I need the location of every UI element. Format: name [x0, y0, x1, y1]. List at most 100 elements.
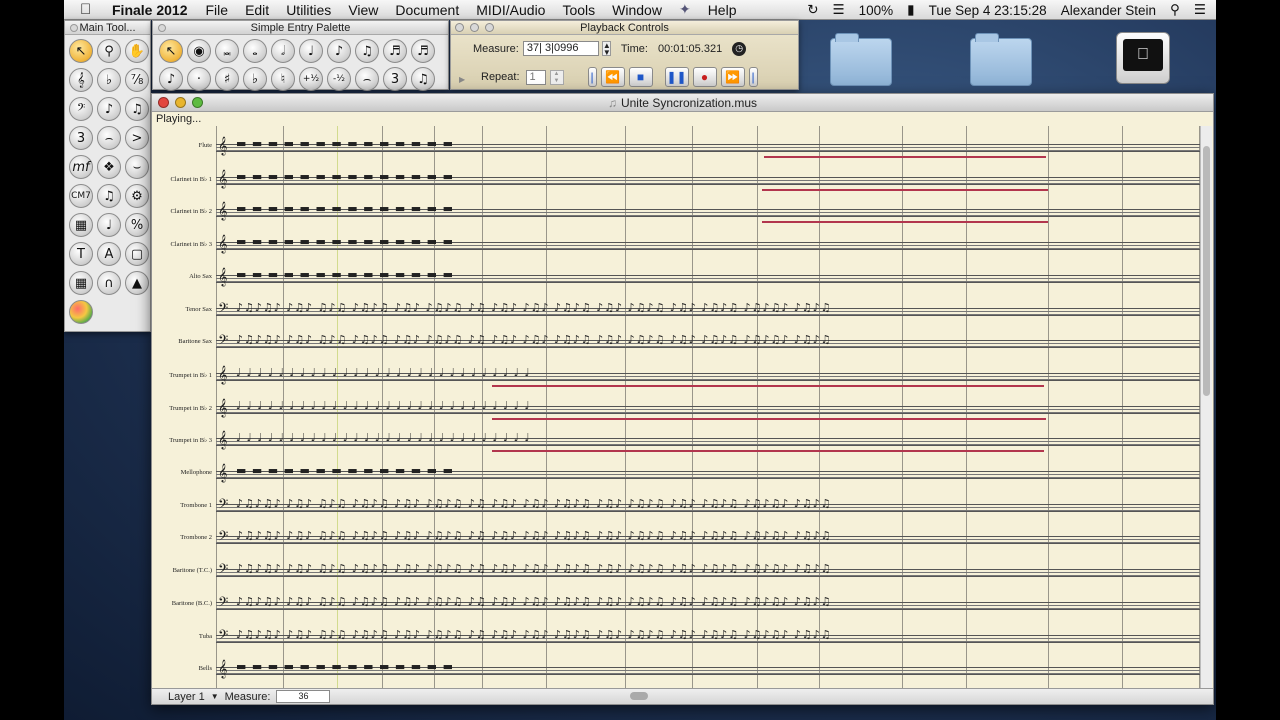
expand-triangle-icon[interactable]: ▶: [459, 75, 465, 84]
app-menu[interactable]: Finale 2012: [112, 2, 188, 18]
slur-tool-icon[interactable]: ⌣: [125, 155, 149, 179]
menu-file[interactable]: File: [206, 2, 229, 18]
speedy-entry-icon[interactable]: ♫: [125, 97, 149, 121]
vertical-scrollbar[interactable]: [1200, 126, 1212, 690]
repeat-tool-icon[interactable]: ❖: [97, 155, 121, 179]
mirror-tool-icon[interactable]: ∩: [97, 271, 121, 295]
measure-tool-icon[interactable]: ▦: [69, 213, 93, 237]
repeat-stepper[interactable]: ▲ ▼: [549, 69, 564, 85]
score-title-bar[interactable]: ♫ Unite Syncronization.mus: [152, 94, 1213, 112]
menu-document[interactable]: Document: [395, 2, 459, 18]
apple-menu-icon[interactable]: : [80, 1, 98, 18]
half-step-down-icon[interactable]: -½: [327, 67, 351, 91]
user-name[interactable]: Alexander Stein: [1061, 3, 1156, 18]
simple-entry-icon[interactable]: ♪: [97, 97, 121, 121]
sync-icon[interactable]: ↻: [807, 2, 818, 18]
special-tools-icon[interactable]: ⚙: [125, 184, 149, 208]
quarter-note-icon[interactable]: ♩: [299, 39, 323, 63]
menu-utilities[interactable]: Utilities: [286, 2, 331, 18]
staff-notes[interactable]: ▬ ▬ ▬ ▬ ▬ ▬ ▬ ▬ ▬ ▬ ▬ ▬ ▬ ▬: [236, 464, 1198, 477]
half-note-icon[interactable]: 𝅗𝅥: [271, 39, 295, 63]
selection-tool-icon[interactable]: ↖: [69, 39, 93, 63]
chevron-down-icon[interactable]: ▼: [211, 692, 219, 701]
flat-icon[interactable]: ♭: [243, 67, 267, 91]
page-layout-icon[interactable]: ▦: [69, 271, 93, 295]
half-step-up-icon[interactable]: +½: [299, 67, 323, 91]
staff-notes[interactable]: ▬ ▬ ▬ ▬ ▬ ▬ ▬ ▬ ▬ ▬ ▬ ▬ ▬ ▬: [236, 137, 1198, 150]
menu-view[interactable]: View: [348, 2, 378, 18]
grace-note-icon[interactable]: ♫: [411, 67, 435, 91]
staff-notes[interactable]: ♩ ♩ ♩ ♩ ♩ ♩ ♩ ♩ ♩ ♩ ♩ ♩ ♩ ♩ ♩ ♩ ♩ ♩ ♩ ♩ …: [236, 399, 1198, 412]
desktop-folder-icon[interactable]: [830, 33, 892, 86]
key-signature-icon[interactable]: ♭: [97, 68, 121, 92]
lyrics-tool-icon[interactable]: ♫: [97, 184, 121, 208]
staff-notes[interactable]: ♪♫♪♫♪ ♪♫♪ ♫♪♫ ♪♫♪♫ ♪♫♪ ♪♫♪♫ ♪♫ ♪♫♪ ♪♫♪ ♪…: [236, 333, 1198, 346]
one-twenty-eighth-note-icon[interactable]: ♪: [159, 67, 183, 91]
menu-midi-audio[interactable]: MIDI/Audio: [476, 2, 545, 18]
staff-tool-icon[interactable]: 𝄞: [69, 68, 93, 92]
select-note-icon[interactable]: ↖: [159, 39, 183, 63]
staff-notes[interactable]: ▬ ▬ ▬ ▬ ▬ ▬ ▬ ▬ ▬ ▬ ▬ ▬ ▬ ▬: [236, 170, 1198, 183]
menu-tools[interactable]: Tools: [562, 2, 595, 18]
note-mover-icon[interactable]: ♩: [97, 213, 121, 237]
scrollbar-thumb[interactable]: [1203, 146, 1210, 396]
notification-center-icon[interactable]: ☰: [1194, 2, 1206, 18]
pause-button[interactable]: ❚❚: [664, 67, 689, 87]
staff-notes[interactable]: ♪♫♪♫♪ ♪♫♪ ♫♪♫ ♪♫♪♫ ♪♫♪ ♪♫♪♫ ♪♫ ♪♫♪ ♪♫♪ ♪…: [236, 562, 1198, 575]
whole-note-icon[interactable]: 𝅝: [243, 39, 267, 63]
desktop-folder-icon[interactable]: [970, 33, 1032, 86]
palette-title-bar[interactable]: Main Tool...: [65, 21, 150, 35]
menu-window[interactable]: Window: [612, 2, 662, 18]
staff-notes[interactable]: ▬ ▬ ▬ ▬ ▬ ▬ ▬ ▬ ▬ ▬ ▬ ▬ ▬ ▬: [236, 660, 1198, 673]
battery-status[interactable]: 100%: [859, 3, 894, 18]
percent-resize-icon[interactable]: %: [125, 213, 149, 237]
expression-tool-icon[interactable]: mf: [69, 155, 93, 179]
menu-help[interactable]: Help: [708, 2, 737, 18]
text-tool-icon[interactable]: A: [97, 242, 121, 266]
palette-title-bar[interactable]: Simple Entry Palette: [153, 21, 448, 35]
measure-number-field[interactable]: 36: [276, 690, 331, 703]
dot-icon[interactable]: ·: [187, 67, 211, 91]
go-to-start-button[interactable]: |: [587, 67, 597, 87]
staff-notes[interactable]: ♪♫♪♫♪ ♪♫♪ ♫♪♫ ♪♫♪♫ ♪♫♪ ♪♫♪♫ ♪♫ ♪♫♪ ♪♫♪ ♪…: [236, 628, 1198, 641]
staff-notes[interactable]: ▬ ▬ ▬ ▬ ▬ ▬ ▬ ▬ ▬ ▬ ▬ ▬ ▬ ▬: [236, 202, 1198, 215]
spotlight-icon[interactable]: ⚲: [1170, 2, 1180, 18]
tuplet-icon[interactable]: 3: [383, 67, 407, 91]
smart-shape-icon[interactable]: ⌢: [97, 126, 121, 150]
hand-grabber-icon[interactable]: ✋: [125, 39, 149, 63]
staff-notes[interactable]: ♩ ♩ ♩ ♩ ♩ ♩ ♩ ♩ ♩ ♩ ♩ ♩ ♩ ♩ ♩ ♩ ♩ ♩ ♩ ♩ …: [236, 366, 1198, 379]
staff-notes[interactable]: ▬ ▬ ▬ ▬ ▬ ▬ ▬ ▬ ▬ ▬ ▬ ▬ ▬ ▬: [236, 268, 1198, 281]
zoom-tool-icon[interactable]: ⚲: [97, 39, 121, 63]
minimize-icon[interactable]: [175, 97, 186, 108]
pen-tool-icon[interactable]: ▲: [125, 271, 149, 295]
zoom-icon[interactable]: [192, 97, 203, 108]
rewind-button[interactable]: ⏪: [600, 67, 625, 87]
color-tool-icon[interactable]: [69, 300, 93, 324]
eighth-note-icon[interactable]: ♪: [327, 39, 351, 63]
staff-notes[interactable]: ♪♫♪♫♪ ♪♫♪ ♫♪♫ ♪♫♪♫ ♪♫♪ ♪♫♪♫ ♪♫ ♪♫♪ ♪♫♪ ♪…: [236, 595, 1198, 608]
score-canvas[interactable]: Flute 𝄞 ▬ ▬ ▬ ▬ ▬ ▬ ▬ ▬ ▬ ▬ ▬ ▬ ▬ ▬ Clarin…: [152, 126, 1201, 690]
repeat-field[interactable]: 1: [525, 69, 546, 85]
sixty-fourth-note-icon[interactable]: ♬: [411, 39, 435, 63]
sharp-icon[interactable]: ♯: [215, 67, 239, 91]
staff-notes[interactable]: ♪♫♪♫♪ ♪♫♪ ♫♪♫ ♪♫♪♫ ♪♫♪ ♪♫♪♫ ♪♫ ♪♫♪ ♪♫♪ ♪…: [236, 529, 1198, 542]
fast-forward-button[interactable]: ⏩: [720, 67, 745, 87]
layer-selector[interactable]: Layer 1: [168, 691, 205, 703]
tuplet-tool-icon[interactable]: 3: [69, 126, 93, 150]
stop-button[interactable]: ■: [628, 67, 653, 87]
graphics-tool-icon[interactable]: ▢: [125, 242, 149, 266]
natural-icon[interactable]: ♮: [271, 67, 295, 91]
clock-icon[interactable]: ◷: [732, 41, 747, 56]
breve-note-icon[interactable]: 𝅜: [215, 39, 239, 63]
thirty-second-note-icon[interactable]: ♬: [383, 39, 407, 63]
playback-title-bar[interactable]: Playback Controls: [451, 21, 798, 35]
staff-notes[interactable]: ♪♫♪♫♪ ♪♫♪ ♫♪♫ ♪♫♪♫ ♪♫♪ ♪♫♪♫ ♪♫ ♪♫♪ ♪♫♪ ♪…: [236, 301, 1198, 314]
measure-stepper[interactable]: ▲ ▼: [601, 41, 611, 57]
articulation-icon[interactable]: >: [125, 126, 149, 150]
staff-notes[interactable]: ▬ ▬ ▬ ▬ ▬ ▬ ▬ ▬ ▬ ▬ ▬ ▬ ▬ ▬: [236, 235, 1198, 248]
go-to-end-button[interactable]: |: [748, 67, 758, 87]
eraser-icon[interactable]: ◉: [187, 39, 211, 63]
sixteenth-note-icon[interactable]: ♫: [355, 39, 379, 63]
record-button[interactable]: ●: [692, 67, 717, 87]
chord-tool-icon[interactable]: CM7: [69, 184, 93, 208]
